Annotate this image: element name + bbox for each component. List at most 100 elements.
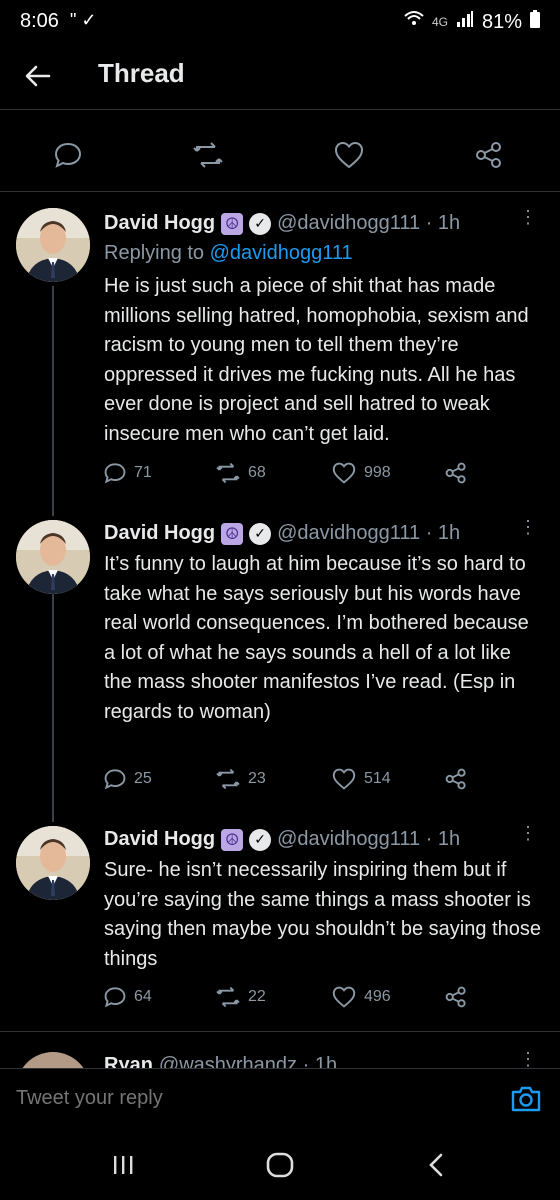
like-button[interactable] [334,140,364,170]
more-options-button[interactable]: ⋮ [518,518,538,536]
reply-button[interactable]: 71 [104,462,152,484]
reply-button[interactable] [53,140,83,170]
retweet-icon [216,768,240,790]
reply-count: 25 [134,770,152,787]
more-vertical-icon: ⋮ [519,1049,537,1068]
share-button[interactable] [474,140,504,170]
tweet-actions: 64 22 496 [104,986,544,1014]
tweet[interactable]: David Hogg ☮ ✓ @davidhogg111 · 1h ⋮ Repl… [0,192,560,516]
camera-button[interactable] [510,1083,542,1115]
profile-photo [16,826,90,900]
tweet-text: He is just such a piece of shit that has… [104,275,529,445]
wifi-icon [404,10,424,34]
verified-icon: ✓ [249,522,272,545]
share-button[interactable] [444,768,468,790]
like-button[interactable]: 496 [332,986,391,1008]
more-options-button[interactable]: ⋮ [518,824,538,842]
retweet-count: 23 [248,770,266,787]
author-handle: @davidhogg111 · 1h [277,522,461,544]
share-icon [476,142,501,168]
like-button[interactable]: 514 [332,768,391,790]
tweet-header: David Hogg ☮ ✓ @davidhogg111 · 1h [104,212,460,235]
more-options-button[interactable]: ⋮ [518,208,538,226]
page-title: Thread [98,58,185,88]
avatar[interactable] [16,520,90,594]
retweet-count: 22 [248,988,266,1005]
mention-link[interactable]: @davidhogg111 [210,242,353,264]
system-back-button[interactable] [416,1150,456,1180]
author-name[interactable]: David Hogg [104,212,215,235]
more-vertical-icon: ⋮ [519,207,537,227]
avatar[interactable] [16,826,90,900]
status-bar: 8:06 " ✓ 4G 81% [0,0,560,44]
like-icon [334,141,364,169]
avatar[interactable] [16,208,90,282]
signal-icon [456,10,474,34]
like-count: 496 [364,988,391,1005]
chevron-left-icon [429,1153,443,1177]
reply-input[interactable] [16,1087,436,1110]
status-time: 8:06 [20,10,59,32]
retweet-icon [193,142,223,168]
like-count: 514 [364,770,391,787]
share-button[interactable] [444,986,468,1008]
share-icon [445,768,466,790]
like-button[interactable]: 998 [332,462,391,484]
battery-percent: 81% [481,10,522,33]
home-button[interactable] [260,1150,300,1180]
tweet-header: David Hogg ☮ ✓ @davidhogg111 · 1h [104,522,460,545]
tweet[interactable]: David Hogg ☮ ✓ @davidhogg111 · 1h ⋮ Sure… [0,822,560,1032]
system-nav-bar [0,1128,560,1200]
peace-sign-icon: ☮ [221,212,244,235]
tweet-text: It’s funny to laugh at him because it’s … [104,553,529,723]
reply-icon [104,769,126,790]
retweet-button[interactable] [193,140,223,170]
reply-icon [104,987,126,1008]
retweet-button[interactable]: 68 [216,462,266,484]
retweet-button[interactable]: 23 [216,768,266,790]
reply-button[interactable]: 64 [104,986,152,1008]
like-icon [332,462,356,484]
author-name[interactable]: David Hogg [104,828,215,851]
tweet[interactable]: David Hogg ☮ ✓ @davidhogg111 · 1h ⋮ It’s… [0,516,560,822]
tweet-text: Sure- he isn’t necessarily inspiring the… [104,859,541,970]
network-type: 4G [431,15,448,29]
share-icon [445,462,466,484]
back-button[interactable] [20,58,56,94]
more-vertical-icon: ⋮ [519,823,537,843]
share-icon [445,986,466,1008]
author-name[interactable]: David Hogg [104,522,215,545]
avatar[interactable] [16,1052,90,1068]
reply-count: 71 [134,464,152,481]
battery-icon [530,10,540,34]
tweet-header: David Hogg ☮ ✓ @davidhogg111 · 1h [104,828,460,851]
recent-apps-button[interactable] [103,1150,143,1180]
retweet-count: 68 [248,464,266,481]
like-icon [332,768,356,790]
share-button[interactable] [444,462,468,484]
home-icon [266,1152,294,1178]
tweet-actions: 25 23 514 [104,768,544,796]
author-handle: @davidhogg111 · 1h [277,212,461,234]
retweet-button[interactable]: 22 [216,986,266,1008]
like-count: 998 [364,464,391,481]
more-vertical-icon: ⋮ [519,517,537,537]
status-right: 4G 81% [404,10,540,34]
reply-icon [54,142,82,168]
tweet-actions: 71 68 998 [104,462,544,490]
thread-header: Thread [0,44,560,110]
reply-bar [0,1068,560,1128]
back-arrow-icon [25,65,51,87]
reply-button[interactable]: 25 [104,768,152,790]
reply-icon [104,463,126,484]
reply-count: 64 [134,988,152,1005]
peace-sign-icon: ☮ [221,522,244,545]
tweet-partial[interactable]: Ryan @washyrhandz · 1h ⋮ [0,1032,560,1068]
main-tweet-actions [0,110,560,192]
profile-photo [16,520,90,594]
author-name[interactable]: Ryan [104,1054,153,1068]
peace-sign-icon: ☮ [221,828,244,851]
verified-icon: ✓ [249,828,272,851]
replying-to: Replying to @davidhogg111 [104,242,353,265]
more-options-button[interactable]: ⋮ [518,1050,538,1068]
